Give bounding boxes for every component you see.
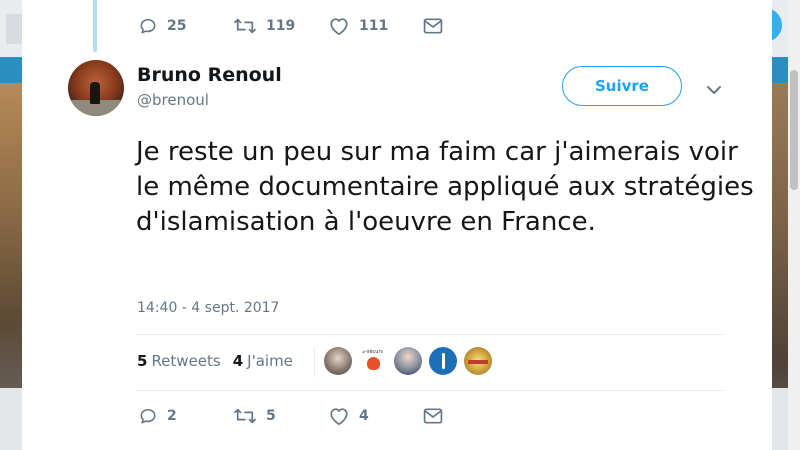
liker-avatar-2[interactable]: e-sécurin <box>359 347 387 375</box>
reply-button[interactable]: 2 <box>138 406 233 426</box>
author-name[interactable]: Bruno Renoul <box>137 64 282 86</box>
retweet-button[interactable]: 5 <box>233 406 328 426</box>
retweet-icon <box>234 18 256 34</box>
tweet-actions: 2 5 4 <box>138 406 443 426</box>
liker-avatar-3[interactable] <box>394 347 422 375</box>
liker-avatar-1[interactable] <box>324 347 352 375</box>
previous-reply-count: 25 <box>167 18 187 34</box>
divider-top <box>137 334 724 335</box>
liker-avatar-5[interactable] <box>464 347 492 375</box>
more-options-chevron-icon[interactable] <box>706 80 722 99</box>
divider-bottom <box>137 390 724 391</box>
background-header-fragment <box>6 14 22 44</box>
previous-retweet-button[interactable]: 119 <box>233 16 328 36</box>
background-lower-left <box>0 388 22 450</box>
heart-icon <box>330 18 348 36</box>
avatar-figure <box>90 82 100 104</box>
previous-like-count: 111 <box>359 18 389 34</box>
previous-dm-button[interactable] <box>423 18 443 34</box>
heart-icon <box>330 408 348 426</box>
dm-button[interactable] <box>423 408 443 424</box>
tweet-modal: 25 119 111 Bruno Renoul @brenoul Suivre … <box>22 0 772 450</box>
tweet-text: Je reste un peu sur ma faim car j'aimera… <box>136 137 754 237</box>
liker-avatar-4-symbol <box>442 353 445 369</box>
likes-count: 4 <box>232 352 244 370</box>
author-handle[interactable]: @brenoul <box>137 91 209 109</box>
tweet-timestamp[interactable]: 14:40 - 4 sept. 2017 <box>137 300 279 316</box>
bird-logo-icon <box>367 357 380 370</box>
likes-stat[interactable]: 4 J'aime <box>233 352 293 370</box>
previous-retweet-count: 119 <box>266 18 296 34</box>
liker-avatar-5-symbol <box>468 360 488 364</box>
envelope-icon <box>423 408 443 424</box>
retweets-stat[interactable]: 5 Retweets <box>137 352 221 370</box>
previous-like-button[interactable]: 111 <box>328 16 423 36</box>
likes-label: J'aime <box>247 352 293 370</box>
previous-reply-button[interactable]: 25 <box>138 16 233 36</box>
reply-count: 2 <box>167 408 177 424</box>
like-button[interactable]: 4 <box>328 406 423 426</box>
liker-avatar-2-text: e-sécurin <box>362 349 386 355</box>
stats-separator <box>314 347 315 377</box>
retweet-icon <box>234 408 256 424</box>
previous-tweet-actions: 25 119 111 <box>138 16 443 36</box>
retweet-count: 5 <box>266 408 276 424</box>
page-scrollbar-thumb[interactable] <box>790 70 798 190</box>
like-count: 4 <box>359 408 369 424</box>
likers-avatars: e-sécurin <box>324 347 499 375</box>
author-avatar[interactable] <box>68 60 124 116</box>
retweets-count: 5 <box>137 352 148 370</box>
reply-icon <box>140 18 156 34</box>
retweets-label: Retweets <box>151 352 221 370</box>
reply-icon <box>140 408 156 424</box>
follow-button[interactable]: Suivre <box>562 66 682 106</box>
conversation-thread-line <box>93 0 97 52</box>
page-scrollbar-track[interactable] <box>788 0 800 450</box>
tweet-stats: 5 Retweets 4 J'aime <box>137 352 305 370</box>
liker-avatar-4[interactable] <box>429 347 457 375</box>
envelope-icon <box>423 18 443 34</box>
